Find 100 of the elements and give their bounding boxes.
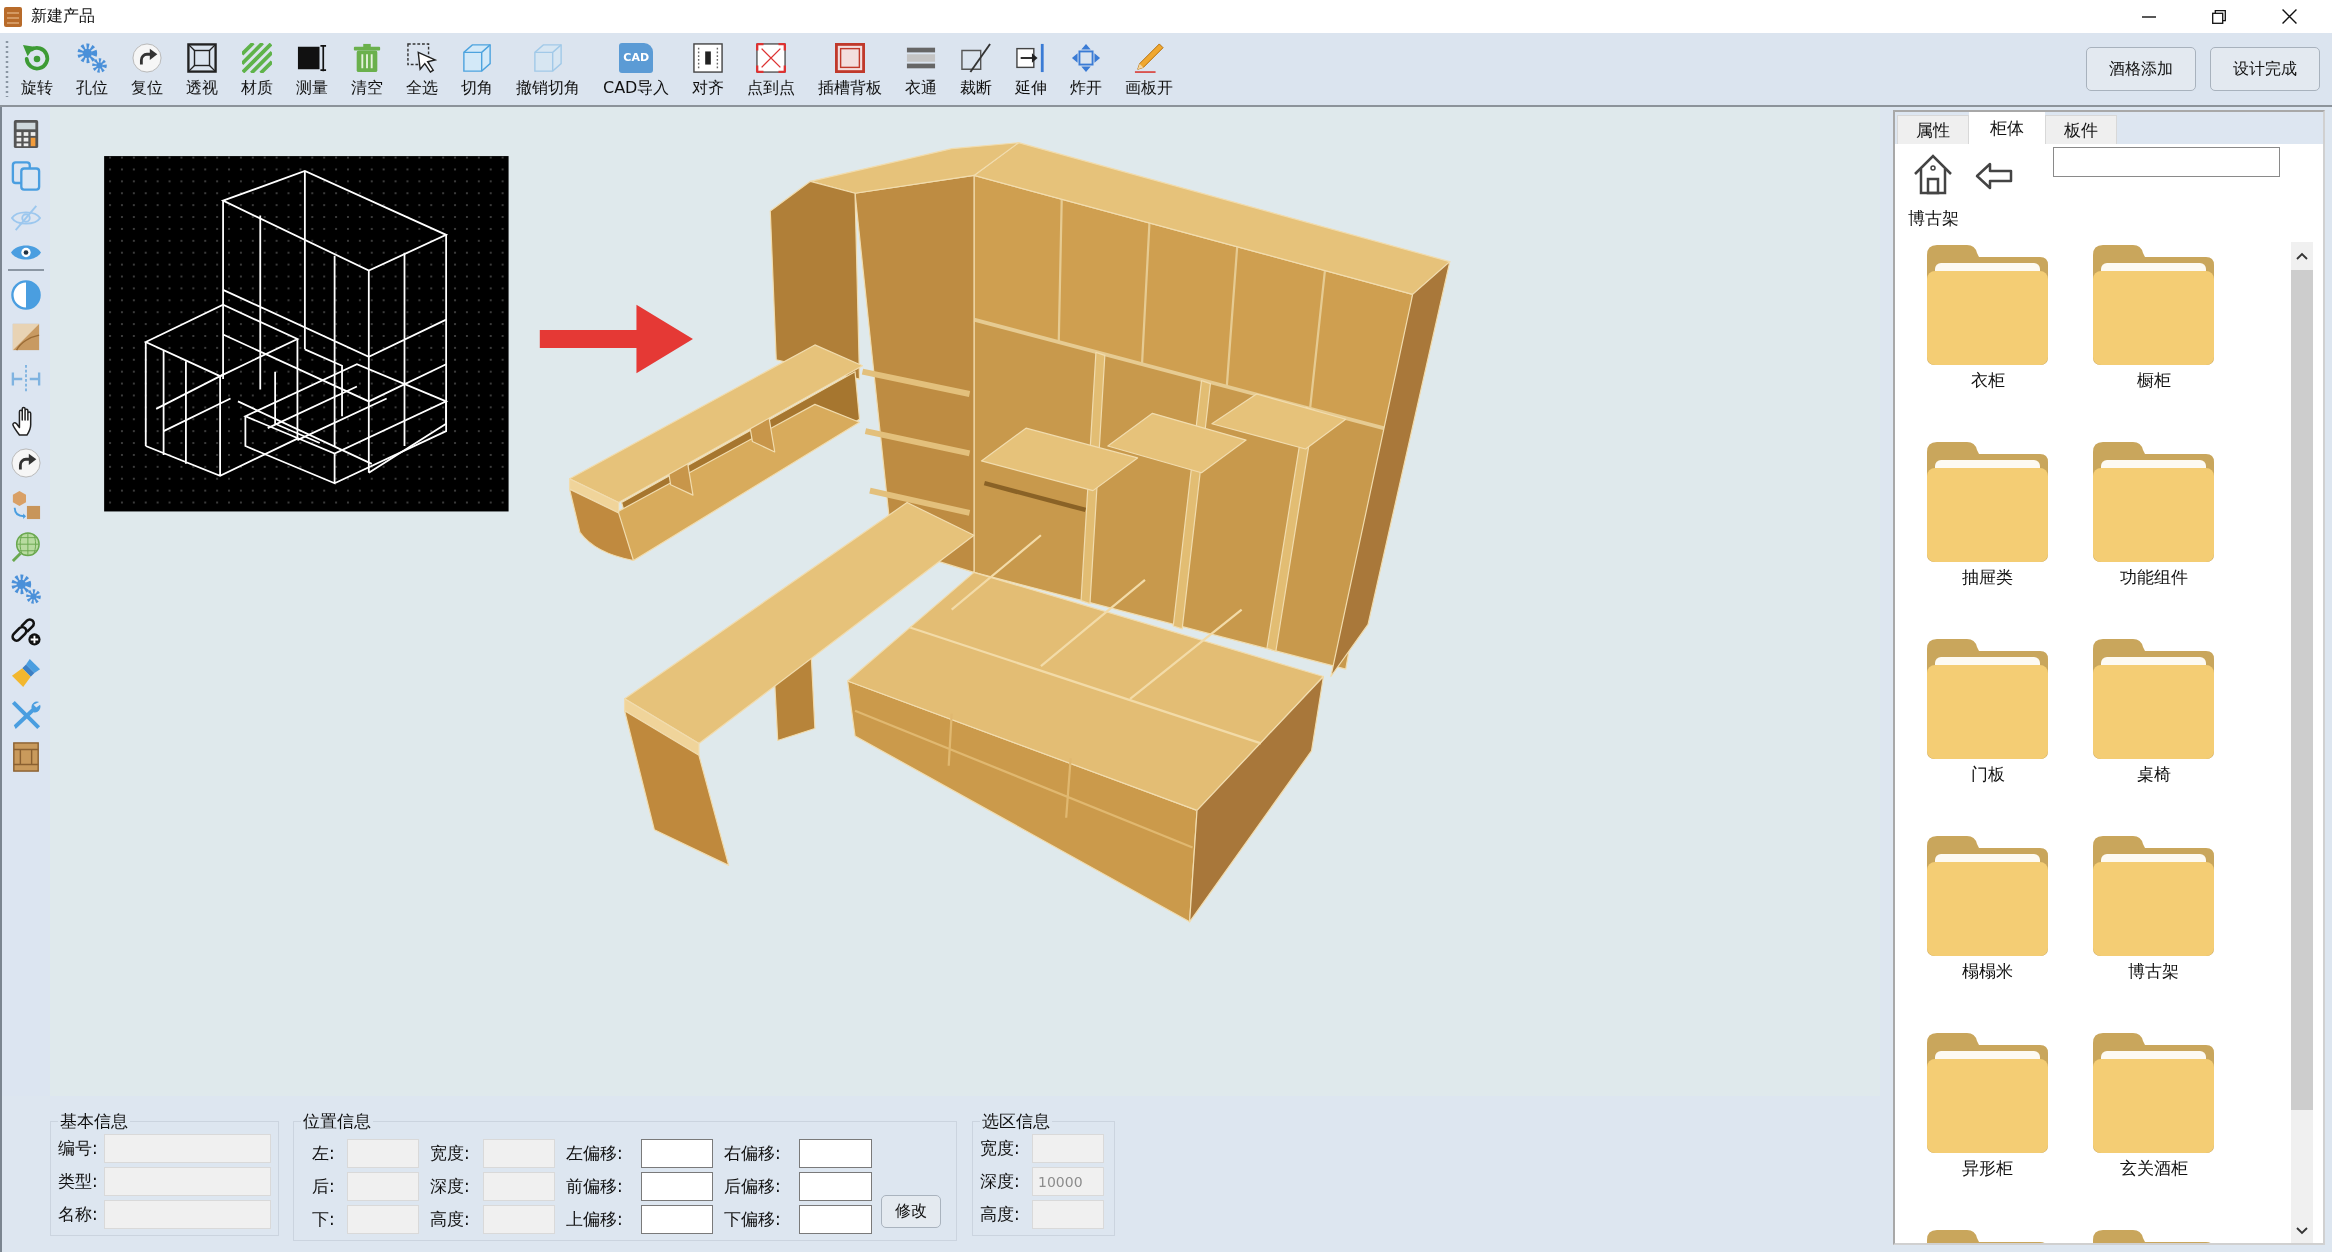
folder-label[interactable]: 榻榻米 [1962, 960, 2013, 982]
folder-label[interactable]: 衣柜 [1970, 369, 2005, 391]
toolbar-button[interactable]: 对齐 [682, 37, 735, 101]
scroll-up-icon[interactable] [2296, 252, 2308, 260]
move-arrows-icon [1071, 43, 1102, 73]
hidden-eye-icon[interactable] [11, 203, 41, 233]
back-arrow-icon[interactable] [1975, 162, 2013, 190]
rotate-icon [22, 43, 52, 73]
brush-icon[interactable] [11, 658, 41, 688]
input-field[interactable] [799, 1139, 872, 1168]
trash-icon [352, 43, 382, 73]
minimize-icon [2142, 15, 2156, 18]
panel-frame-icon [835, 43, 866, 73]
input-field[interactable] [641, 1172, 713, 1201]
shapes-icon[interactable] [11, 490, 41, 520]
toolbar-button[interactable]: 测量 [286, 37, 338, 101]
folder-icon[interactable] [1927, 245, 2048, 365]
folder-label[interactable]: 功能组件 [2119, 566, 2188, 588]
group-title: 选区信息 [981, 1110, 1051, 1132]
toolbar-button[interactable]: 裁断 [950, 37, 1003, 101]
copy-document-icon[interactable] [11, 161, 41, 191]
scrollbar[interactable] [2291, 242, 2313, 1243]
folder-label[interactable]: 抽屉类 [1962, 566, 2013, 588]
home-icon[interactable] [1913, 154, 1953, 195]
folder-icon[interactable] [2093, 1033, 2214, 1153]
calculator-icon[interactable] [11, 119, 41, 149]
field-label: 下偏移: [723, 1208, 782, 1231]
group-title: 位置信息 [302, 1110, 372, 1132]
field-label: 左偏移: [565, 1142, 624, 1165]
eye-icon[interactable] [11, 245, 41, 260]
toolbar-button[interactable]: 孔位 [66, 37, 118, 101]
action-button[interactable]: 酒格添加 [2086, 47, 2196, 91]
folder-icon[interactable] [2093, 245, 2214, 365]
input-field[interactable] [641, 1205, 713, 1234]
dimension-block-icon [297, 43, 327, 73]
toolbar-button[interactable]: 清空 [341, 37, 393, 101]
tools-icon[interactable] [11, 700, 41, 730]
cube-icon [462, 43, 492, 73]
input-field[interactable] [799, 1172, 872, 1201]
tab[interactable]: 板件 [2045, 115, 2117, 144]
action-button[interactable]: 设计完成 [2210, 47, 2320, 91]
gears-icon [77, 43, 107, 73]
field-label: 宽度: [429, 1142, 471, 1165]
search-field[interactable] [2053, 147, 2280, 177]
gears-icon[interactable] [11, 574, 41, 604]
toolbar-button[interactable]: 延伸 [1005, 37, 1058, 101]
folder-icon[interactable] [2093, 836, 2214, 956]
folder-label[interactable]: 橱柜 [2136, 369, 2171, 391]
toolbar-button[interactable]: 复位 [121, 37, 173, 101]
folder-label[interactable]: 异形柜 [1962, 1157, 2013, 1179]
toolbar-button[interactable]: 全选 [396, 37, 448, 101]
field-label: 上偏移: [565, 1208, 624, 1231]
toolbar-button[interactable]: 画板开 [1115, 37, 1184, 101]
wood-sample-icon[interactable] [11, 322, 41, 352]
field-label: 名称: [58, 1203, 99, 1226]
grip-icon[interactable] [5, 41, 9, 97]
cube-icon [533, 43, 563, 73]
tab[interactable]: 柜体 [1969, 112, 2045, 144]
toolbar-button[interactable]: 炸开 [1060, 37, 1113, 101]
toolbar-button[interactable]: 材质 [231, 37, 283, 101]
extend-icon [1016, 43, 1047, 73]
toolbar-button[interactable]: 透视 [176, 37, 228, 101]
folder-label[interactable]: 门板 [1970, 763, 2005, 785]
folder-icon[interactable] [1927, 639, 2048, 759]
field-label: 前偏移: [565, 1175, 624, 1198]
mesh-globe-icon[interactable] [11, 532, 41, 562]
folder-icon[interactable] [1927, 442, 2048, 562]
scrollbar-thumb[interactable] [2291, 270, 2313, 1110]
input-field[interactable] [641, 1139, 713, 1168]
field-label: 深度: [980, 1170, 1021, 1193]
toolbar-button[interactable]: 插槽背板 [808, 37, 893, 101]
link-plus-icon[interactable] [11, 616, 41, 646]
toolbar-button[interactable]: CAD CAD导入 [593, 37, 680, 101]
toolbar-button[interactable]: 衣通 [895, 37, 948, 101]
pencil-icon [1134, 43, 1165, 73]
toolbar-button[interactable]: 点到点 [737, 37, 806, 101]
window-title: 新建产品 [31, 6, 95, 27]
toolbar-button[interactable]: 旋转 [11, 37, 63, 101]
modify-button[interactable]: 修改 [881, 1195, 941, 1228]
scroll-down-icon[interactable] [2296, 1227, 2308, 1235]
half-circle-icon[interactable] [11, 280, 41, 310]
folder-icon[interactable] [1927, 836, 2048, 956]
wood-frame-icon[interactable] [11, 742, 41, 772]
folder-label[interactable]: 桌椅 [2136, 763, 2171, 785]
mirror-icon[interactable] [11, 364, 41, 394]
folder-label[interactable]: 玄关酒柜 [2119, 1157, 2188, 1179]
folder-icon[interactable] [2093, 442, 2214, 562]
folder-icon[interactable] [2093, 639, 2214, 759]
field-label: 编号: [58, 1137, 99, 1160]
folder-icon[interactable] [1927, 1033, 2048, 1153]
slash-box-icon [961, 43, 992, 73]
field-label: 后偏移: [723, 1175, 782, 1198]
field-label: 后: [311, 1175, 336, 1198]
input-field[interactable] [799, 1205, 872, 1234]
folder-label[interactable]: 博古架 [2128, 960, 2179, 982]
field-label: 下: [311, 1208, 336, 1231]
toolbar-button[interactable]: 切角 [451, 37, 503, 101]
close-icon [2281, 9, 2297, 24]
field-label: 高度: [980, 1203, 1021, 1226]
tab[interactable]: 属性 [1897, 115, 1969, 144]
